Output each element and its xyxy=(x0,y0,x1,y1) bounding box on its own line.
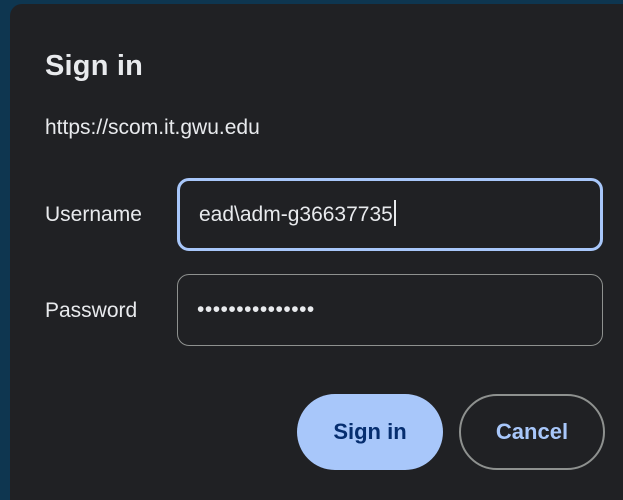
username-label: Username xyxy=(45,203,142,226)
site-origin: https://scom.it.gwu.edu xyxy=(45,116,260,139)
sign-in-button[interactable]: Sign in xyxy=(297,394,443,470)
cancel-button-label: Cancel xyxy=(495,419,569,444)
password-field[interactable]: ••••••••••••••• xyxy=(177,274,603,346)
username-field[interactable]: ead\adm-g36637735 xyxy=(177,178,603,251)
sign-in-button-label: Sign in xyxy=(333,419,407,444)
password-label: Password xyxy=(45,299,138,322)
text-caret xyxy=(393,200,396,227)
dialog-title: Sign in xyxy=(45,50,144,82)
password-value: ••••••••••••••• xyxy=(197,298,315,321)
cancel-button[interactable]: Cancel xyxy=(459,394,605,470)
username-value: ead\adm-g36637735 xyxy=(199,203,393,226)
sign-in-dialog: Sign in https://scom.it.gwu.edu Username… xyxy=(10,4,623,500)
